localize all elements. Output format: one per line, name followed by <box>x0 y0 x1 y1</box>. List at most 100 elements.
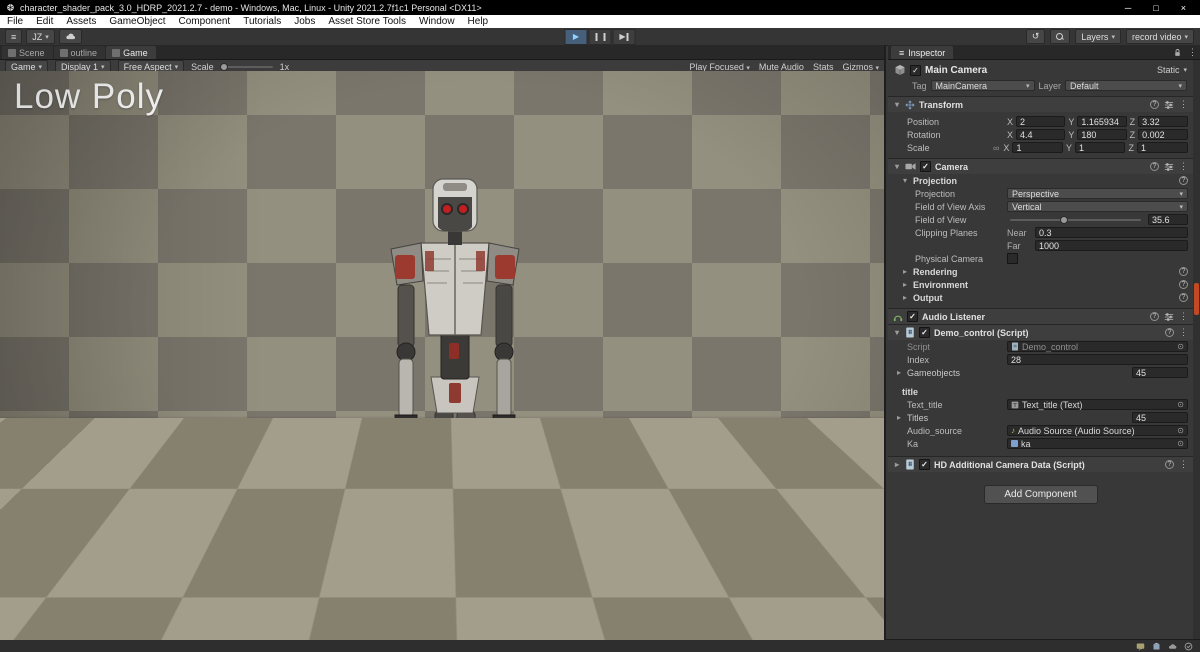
menu-assets[interactable]: Assets <box>66 16 96 27</box>
play-button[interactable]: ▶ <box>565 29 588 45</box>
grid-menu-button[interactable]: ≡ <box>5 29 22 44</box>
game-view[interactable]: Low Poly ‹ › <box>0 71 884 640</box>
foldout-icon[interactable]: ▾ <box>893 100 901 109</box>
camera-header[interactable]: ▾ ✓ Camera ?⋮ <box>888 158 1193 174</box>
text-title-object-field[interactable]: Text_title (Text) ⊙ <box>1007 399 1188 410</box>
help-icon[interactable]: ? <box>1150 312 1159 321</box>
projection-group-row[interactable]: ▾ Projection ? <box>888 174 1193 187</box>
help-icon[interactable]: ? <box>1150 162 1159 171</box>
index-field[interactable]: 28 <box>1007 354 1188 365</box>
tag-dropdown[interactable]: MainCamera▾ <box>931 80 1035 91</box>
foldout-icon[interactable]: ▸ <box>895 413 903 422</box>
presets-icon[interactable] <box>1164 312 1174 322</box>
object-picker-icon[interactable]: ⊙ <box>1177 439 1184 448</box>
menu-file[interactable]: File <box>7 16 23 27</box>
titles-row[interactable]: ▸ Titles 45 <box>888 411 1193 424</box>
gameobjects-row[interactable]: ▸ Gameobjects 45 <box>888 366 1193 379</box>
kebab-menu-icon[interactable]: ⋮ <box>1179 99 1188 110</box>
menu-gameobject[interactable]: GameObject <box>109 16 165 27</box>
inspector-scrollbar-marker[interactable] <box>1194 283 1199 315</box>
layer-dropdown[interactable]: Default▾ <box>1065 80 1187 91</box>
audio-listener-checkbox[interactable]: ✓ <box>907 311 918 322</box>
fov-value-field[interactable]: 35.6 <box>1148 214 1188 225</box>
undo-history-button[interactable]: ↺ <box>1026 29 1046 44</box>
object-picker-icon[interactable]: ⊙ <box>1177 426 1184 435</box>
demo-control-checkbox[interactable]: ✓ <box>919 327 930 338</box>
layers-dropdown[interactable]: Layers ▾ <box>1075 29 1121 44</box>
audio-listener-header[interactable]: ✓ Audio Listener ?⋮ <box>888 308 1193 324</box>
help-icon[interactable]: ? <box>1179 280 1188 289</box>
camera-enabled-checkbox[interactable]: ✓ <box>920 161 931 172</box>
close-button[interactable]: × <box>1181 3 1186 13</box>
scale-slider-knob[interactable] <box>220 63 228 71</box>
presets-icon[interactable] <box>1164 100 1174 110</box>
rotation-y-field[interactable]: 180 <box>1077 129 1126 140</box>
scale-slider[interactable] <box>221 66 273 68</box>
console-icon[interactable] <box>1136 642 1145 651</box>
menu-asset-store-tools[interactable]: Asset Store Tools <box>328 16 406 27</box>
cloud-sync-icon[interactable] <box>1168 642 1177 651</box>
prev-arrow-button[interactable]: ‹ <box>841 602 850 630</box>
help-icon[interactable]: ? <box>1179 176 1188 185</box>
gizmos-dropdown[interactable]: Gizmos ▾ <box>842 62 879 72</box>
foldout-icon[interactable]: ▸ <box>895 368 903 377</box>
step-button[interactable]: ▶ <box>613 29 636 45</box>
scale-z-field[interactable]: 1 <box>1137 142 1188 153</box>
kebab-menu-icon[interactable]: ⋮ <box>1188 47 1197 58</box>
help-icon[interactable]: ? <box>1165 460 1174 469</box>
foldout-icon[interactable]: ▸ <box>901 280 909 289</box>
fov-slider[interactable] <box>1010 219 1141 221</box>
kebab-menu-icon[interactable]: ⋮ <box>1179 161 1188 172</box>
tab-outline[interactable]: outline <box>54 46 106 59</box>
foldout-icon[interactable]: ▾ <box>893 162 901 171</box>
demo-control-header[interactable]: ▾ ✓ Demo_control (Script) ?⋮ <box>888 324 1193 340</box>
maximize-button[interactable]: □ <box>1153 3 1158 13</box>
object-picker-icon[interactable]: ⊙ <box>1177 400 1184 409</box>
active-checkbox[interactable]: ✓ <box>910 65 921 76</box>
account-button[interactable]: JZ ▾ <box>26 29 55 44</box>
titles-size-field[interactable]: 45 <box>1132 412 1188 423</box>
kebab-menu-icon[interactable]: ⋮ <box>1179 311 1188 322</box>
activity-status-icon[interactable] <box>1184 642 1193 651</box>
menu-help[interactable]: Help <box>468 16 489 27</box>
fov-slider-knob[interactable] <box>1060 216 1068 224</box>
menu-component[interactable]: Component <box>179 16 231 27</box>
mute-audio-button[interactable]: Mute Audio <box>759 62 804 72</box>
foldout-icon[interactable]: ▸ <box>893 460 901 469</box>
foldout-icon[interactable]: ▾ <box>893 328 901 337</box>
fov-axis-dropdown[interactable]: Vertical▾ <box>1007 201 1188 212</box>
constrain-proportions-icon[interactable]: ∞ <box>993 143 999 153</box>
hd-camera-data-header[interactable]: ▸ ✓ HD Additional Camera Data (Script) ?… <box>888 456 1193 472</box>
near-field[interactable]: 0.3 <box>1035 227 1188 238</box>
kebab-menu-icon[interactable]: ⋮ <box>1179 327 1188 338</box>
position-x-field[interactable]: 2 <box>1016 116 1065 127</box>
output-foldout[interactable]: ▸ Output ? <box>888 291 1193 304</box>
presets-icon[interactable] <box>1164 162 1174 172</box>
lock-icon[interactable] <box>1173 48 1182 57</box>
minimize-button[interactable]: ─ <box>1125 3 1131 13</box>
play-focused-dropdown[interactable]: Play Focused ▾ <box>689 62 750 72</box>
object-picker-icon[interactable]: ⊙ <box>1177 342 1184 351</box>
layout-dropdown[interactable]: record video ▾ <box>1126 29 1194 44</box>
kebab-menu-icon[interactable]: ⋮ <box>1179 459 1188 470</box>
rotation-x-field[interactable]: 4.4 <box>1016 129 1065 140</box>
scale-x-field[interactable]: 1 <box>1012 142 1063 153</box>
foldout-icon[interactable]: ▸ <box>901 267 909 276</box>
foldout-icon[interactable]: ▸ <box>901 293 909 302</box>
next-arrow-button[interactable]: › <box>861 602 870 630</box>
ka-object-field[interactable]: ka ⊙ <box>1007 438 1188 449</box>
foldout-icon[interactable]: ▾ <box>901 176 909 185</box>
stats-button[interactable]: Stats <box>813 62 834 72</box>
static-dropdown[interactable]: Static ▾ <box>1157 65 1187 75</box>
help-icon[interactable]: ? <box>1179 293 1188 302</box>
tab-inspector[interactable]: ≡ Inspector <box>891 46 953 59</box>
physical-camera-checkbox[interactable] <box>1007 253 1018 264</box>
help-icon[interactable]: ? <box>1179 267 1188 276</box>
package-icon[interactable] <box>1152 642 1161 651</box>
hd-camera-checkbox[interactable]: ✓ <box>919 459 930 470</box>
cloud-button[interactable] <box>59 29 82 44</box>
tab-game[interactable]: Game <box>106 46 156 59</box>
menu-jobs[interactable]: Jobs <box>294 16 315 27</box>
scale-y-field[interactable]: 1 <box>1075 142 1126 153</box>
add-component-button[interactable]: Add Component <box>984 485 1098 504</box>
